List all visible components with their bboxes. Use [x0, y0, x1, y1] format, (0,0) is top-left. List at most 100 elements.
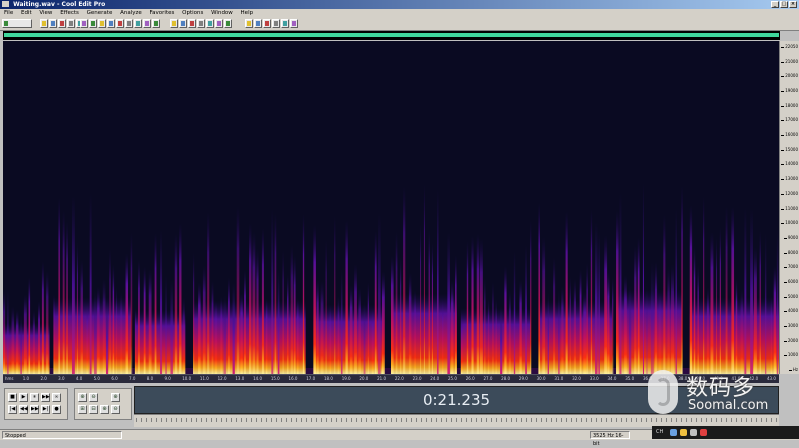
toolbar-button[interactable] — [272, 19, 280, 28]
time-tick-label: 1.0 — [22, 376, 30, 381]
toolbar-button[interactable] — [80, 19, 88, 28]
tray-moon-icon[interactable] — [680, 429, 687, 436]
spectral-column — [525, 244, 527, 374]
transport-button[interactable]: ▶| — [41, 405, 50, 414]
toolbar-button[interactable] — [290, 19, 298, 28]
spectral-column — [590, 209, 593, 374]
toolbar-button[interactable] — [107, 19, 115, 28]
toolbar-tool-icon — [51, 21, 55, 26]
tray-help-icon[interactable] — [690, 429, 697, 436]
toolbar-button[interactable] — [116, 19, 124, 28]
spectral-column — [561, 285, 564, 374]
minimize-button[interactable]: _ — [771, 1, 779, 8]
menu-generate[interactable]: Generate — [87, 10, 113, 16]
transport-button[interactable]: ⏸ — [30, 393, 39, 402]
zoom-button[interactable]: ⊖ — [111, 405, 120, 414]
toolbar-button[interactable] — [98, 19, 106, 28]
toolbar-button[interactable] — [2, 19, 32, 28]
zoom-button[interactable]: ⊕ — [78, 393, 87, 402]
toolbar-tool-icon — [42, 21, 46, 26]
toolbar-button[interactable] — [188, 19, 196, 28]
toolbar-button[interactable] — [179, 19, 187, 28]
time-tick-label: 24.0 — [430, 376, 440, 381]
maximize-button[interactable]: □ — [780, 1, 788, 8]
spectral-column — [38, 301, 40, 374]
toolbar-button[interactable] — [224, 19, 232, 28]
transport-button[interactable]: |◀ — [8, 405, 17, 414]
transport-button[interactable]: ▶▶ — [30, 405, 39, 414]
menu-file[interactable]: File — [4, 10, 13, 16]
toolbar-button[interactable] — [40, 19, 48, 28]
zoom-button[interactable]: ⊟ — [89, 405, 98, 414]
spectral-column — [112, 264, 115, 374]
transport-button[interactable]: ■ — [8, 393, 17, 402]
toolbar-button[interactable] — [170, 19, 178, 28]
transport-button[interactable]: ◀◀ — [19, 405, 28, 414]
toolbar-button[interactable] — [263, 19, 271, 28]
menu-effects[interactable]: Effects — [60, 10, 79, 16]
toolbar-button[interactable] — [197, 19, 205, 28]
watermark: 数码多 Soomal.com — [648, 368, 798, 418]
toolbar-button[interactable] — [58, 19, 66, 28]
spectral-column — [228, 277, 230, 374]
spectral-column — [583, 291, 587, 374]
spectral-column — [504, 265, 507, 374]
spectral-column — [296, 297, 299, 374]
transport-button[interactable]: ▶ — [19, 393, 28, 402]
transport-button[interactable]: ▶▶ — [41, 393, 50, 402]
spectral-column — [634, 245, 637, 374]
toolbar-button[interactable] — [206, 19, 214, 28]
spectral-column — [143, 266, 146, 374]
spectral-column — [125, 253, 129, 374]
title-bar: Waiting.wav - Cool Edit Pro _ □ × — [0, 0, 799, 9]
menu-analyze[interactable]: Analyze — [120, 10, 142, 16]
toolbar-button[interactable] — [49, 19, 57, 28]
toolbar-button[interactable] — [254, 19, 262, 28]
waveform-overview[interactable] — [3, 31, 780, 40]
time-tick-label: 17.0 — [306, 376, 316, 381]
toolbar-button[interactable] — [143, 19, 151, 28]
toolbar-button[interactable] — [152, 19, 160, 28]
toolbar-tool-icon — [283, 21, 287, 26]
spectral-column — [455, 255, 457, 374]
spectral-view[interactable] — [3, 41, 779, 374]
tray-lang[interactable]: CH — [656, 428, 663, 437]
close-button[interactable]: × — [789, 1, 797, 8]
zoom-button[interactable]: ⊕ — [100, 405, 109, 414]
time-tick-label: 7.0 — [129, 376, 136, 381]
transport-button[interactable]: ● — [52, 405, 61, 414]
toolbar-button[interactable] — [134, 19, 142, 28]
menu-window[interactable]: Window — [211, 10, 233, 16]
tray-ime-icon[interactable] — [670, 429, 677, 436]
menu-view[interactable]: View — [39, 10, 52, 16]
freq-tick-label: 16000 — [781, 132, 798, 138]
spectral-column — [408, 272, 412, 374]
menu-help[interactable]: Help — [241, 10, 254, 16]
toolbar — [0, 17, 799, 31]
toolbar-button[interactable] — [125, 19, 133, 28]
overview-range-bar[interactable] — [4, 33, 779, 37]
time-tick-label: 33.0 — [589, 376, 599, 381]
zoom-button[interactable]: ⊕ — [111, 393, 120, 402]
toolbar-button[interactable] — [245, 19, 253, 28]
toolbar-button[interactable] — [89, 19, 97, 28]
spectral-column — [395, 231, 398, 374]
toolbar-button[interactable] — [215, 19, 223, 28]
spectral-column — [604, 235, 608, 374]
time-tick-label: 25.0 — [448, 376, 457, 381]
transport-button[interactable]: ∞ — [52, 393, 61, 402]
menu-favorites[interactable]: Favorites — [150, 10, 175, 16]
tray-tool-icon[interactable] — [700, 429, 707, 436]
zoom-button[interactable]: ⊞ — [78, 405, 87, 414]
time-tick-label: 4.0 — [75, 376, 83, 381]
toolbar-button[interactable] — [281, 19, 289, 28]
spectral-column — [236, 206, 240, 374]
spectral-column — [58, 197, 61, 374]
spectral-column — [431, 242, 433, 374]
menu-edit[interactable]: Edit — [21, 10, 32, 16]
time-tick-label: 5.0 — [93, 376, 100, 381]
zoom-button[interactable]: ⊖ — [89, 393, 98, 402]
spectral-column — [20, 314, 22, 374]
menu-options[interactable]: Options — [182, 10, 203, 16]
toolbar-button[interactable] — [67, 19, 75, 28]
